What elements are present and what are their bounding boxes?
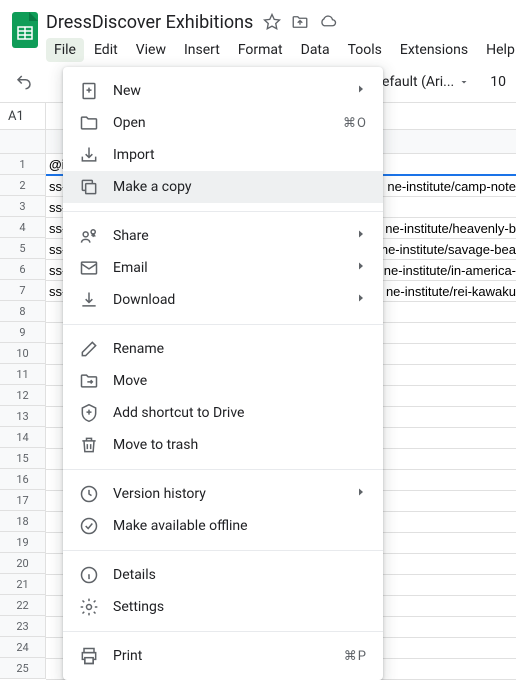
row-header[interactable]: 11 <box>0 364 46 385</box>
move-folder-icon[interactable] <box>291 13 309 31</box>
menu-email[interactable]: Email <box>63 252 383 284</box>
menu-settings[interactable]: Settings <box>63 591 383 623</box>
new-icon <box>79 81 99 101</box>
star-icon[interactable] <box>263 13 281 31</box>
offline-icon <box>79 516 99 536</box>
row-header[interactable]: 18 <box>0 511 46 532</box>
share-icon <box>79 226 99 246</box>
menu-format[interactable]: Format <box>230 38 291 62</box>
file-menu-dropdown: New Open ⌘O Import Make a copy Share Ema… <box>63 67 383 680</box>
document-title[interactable]: DressDiscover Exhibitions <box>46 12 253 33</box>
trash-icon <box>79 435 99 455</box>
row-header[interactable]: 8 <box>0 301 46 322</box>
row-header[interactable]: 5 <box>0 238 46 259</box>
font-family-label: Default (Ari... <box>373 74 454 90</box>
menu-share[interactable]: Share <box>63 220 383 252</box>
font-family-select[interactable]: Default (Ari... <box>367 74 476 90</box>
row-header[interactable]: 2 <box>0 175 46 196</box>
menu-make-copy[interactable]: Make a copy <box>63 171 383 203</box>
sheets-logo[interactable] <box>12 10 38 50</box>
submenu-arrow-icon <box>355 260 367 276</box>
menu-insert[interactable]: Insert <box>176 38 228 62</box>
email-icon <box>79 258 99 278</box>
row-header[interactable]: 22 <box>0 595 46 616</box>
menubar: File Edit View Insert Format Data Tools … <box>46 38 516 62</box>
row-header[interactable]: 3 <box>0 196 46 217</box>
row-header[interactable]: 9 <box>0 322 46 343</box>
shortcut-label: ⌘O <box>343 116 367 131</box>
submenu-arrow-icon <box>355 486 367 502</box>
submenu-arrow-icon <box>355 83 367 99</box>
shortcut-icon <box>79 403 99 423</box>
submenu-arrow-icon <box>355 228 367 244</box>
row-header[interactable]: 1 <box>0 154 46 175</box>
menu-import[interactable]: Import <box>63 139 383 171</box>
cell[interactable]: ne-institute/in-america- <box>384 263 516 278</box>
row-header[interactable]: 13 <box>0 406 46 427</box>
row-header[interactable]: 25 <box>0 658 46 679</box>
row-header[interactable]: 20 <box>0 553 46 574</box>
history-icon <box>79 484 99 504</box>
cell[interactable]: ne-institute/savage-bea <box>381 242 516 257</box>
menu-add-shortcut[interactable]: Add shortcut to Drive <box>63 397 383 429</box>
menu-print[interactable]: Print ⌘P <box>63 640 383 672</box>
row-header[interactable]: 15 <box>0 448 46 469</box>
print-icon <box>79 646 99 666</box>
row-header[interactable]: 19 <box>0 532 46 553</box>
cloud-status-icon[interactable] <box>319 13 337 31</box>
menu-version-history[interactable]: Version history <box>63 478 383 510</box>
menu-open[interactable]: Open ⌘O <box>63 107 383 139</box>
row-header[interactable]: 21 <box>0 574 46 595</box>
menu-help[interactable]: Help <box>478 38 516 62</box>
row-header[interactable]: 23 <box>0 616 46 637</box>
row-header[interactable]: 10 <box>0 343 46 364</box>
undo-button[interactable] <box>10 68 38 96</box>
menu-download[interactable]: Download <box>63 284 383 316</box>
menu-view[interactable]: View <box>128 38 174 62</box>
submenu-arrow-icon <box>355 292 367 308</box>
font-size-select[interactable]: 10 <box>482 74 506 90</box>
download-icon <box>79 290 99 310</box>
select-all-corner[interactable] <box>0 130 46 154</box>
menu-move[interactable]: Move <box>63 365 383 397</box>
gear-icon <box>79 597 99 617</box>
folder-icon <box>79 113 99 133</box>
cell[interactable]: ne-institute/camp-note <box>387 179 516 194</box>
menu-make-offline[interactable]: Make available offline <box>63 510 383 542</box>
menu-extensions[interactable]: Extensions <box>392 38 476 62</box>
menu-edit[interactable]: Edit <box>86 38 126 62</box>
menu-move-to-trash[interactable]: Move to trash <box>63 429 383 461</box>
row-header[interactable]: 7 <box>0 280 46 301</box>
row-header[interactable]: 24 <box>0 637 46 658</box>
move-icon <box>79 371 99 391</box>
info-icon <box>79 565 99 585</box>
menu-rename[interactable]: Rename <box>63 333 383 365</box>
menu-tools[interactable]: Tools <box>340 38 390 62</box>
row-header[interactable]: 12 <box>0 385 46 406</box>
cell[interactable]: ne-institute/rei-kawaku <box>386 284 516 299</box>
menu-details[interactable]: Details <box>63 559 383 591</box>
row-header[interactable]: 16 <box>0 469 46 490</box>
rename-icon <box>79 339 99 359</box>
menu-data[interactable]: Data <box>293 38 338 62</box>
menu-file[interactable]: File <box>46 38 84 62</box>
shortcut-label: ⌘P <box>344 649 367 664</box>
copy-icon <box>79 177 99 197</box>
row-header[interactable]: 14 <box>0 427 46 448</box>
cell[interactable]: ne-institute/heavenly-b <box>385 221 516 236</box>
name-box[interactable]: A1 <box>0 103 46 129</box>
row-header[interactable]: 4 <box>0 217 46 238</box>
import-icon <box>79 145 99 165</box>
menu-new[interactable]: New <box>63 75 383 107</box>
row-header[interactable]: 17 <box>0 490 46 511</box>
row-header[interactable]: 6 <box>0 259 46 280</box>
